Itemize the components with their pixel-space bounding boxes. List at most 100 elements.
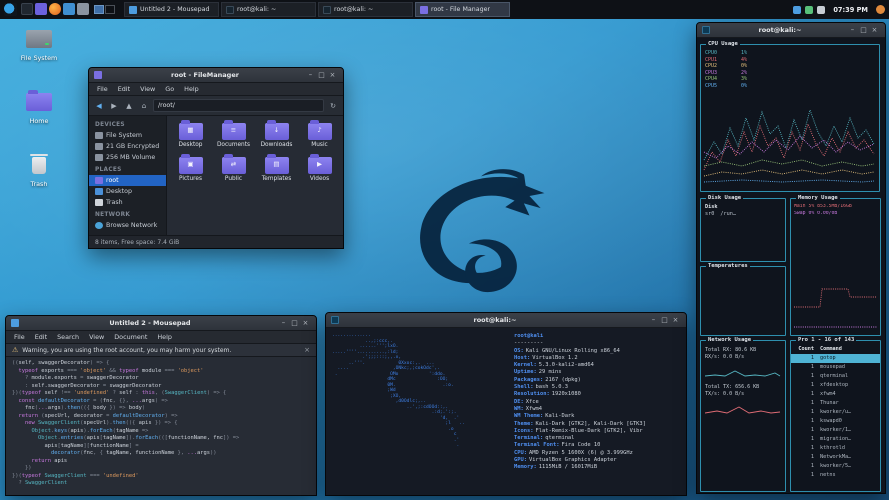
sidebar-item[interactable]: File System xyxy=(89,130,166,141)
gotop-content[interactable]: CPU Usage CPU01%CPU14%CPU20%CPU32%CPU43%… xyxy=(697,38,885,493)
desktop-icon[interactable]: File System xyxy=(8,27,70,62)
process-row[interactable]: 1mousepad xyxy=(791,363,880,372)
cpu-name: CPU1 xyxy=(705,57,717,64)
info-label: Shell: xyxy=(514,384,533,390)
folder-item[interactable]: ▦Desktop xyxy=(169,123,212,148)
folder-item[interactable]: ≡Documents xyxy=(212,123,255,148)
kali-menu-button[interactable] xyxy=(4,3,17,16)
menu-item[interactable]: View xyxy=(135,85,160,93)
back-button[interactable]: ◀ xyxy=(93,102,105,110)
terminal-content[interactable]: .............. ..,;:ccc,. ......''';lxO.… xyxy=(326,328,686,495)
close-button[interactable]: × xyxy=(869,23,880,38)
menu-item[interactable]: Go xyxy=(160,85,179,93)
process-row[interactable]: 1xfwm4 xyxy=(791,390,880,399)
clock[interactable]: 07:39 PM xyxy=(833,6,868,14)
close-button[interactable]: × xyxy=(327,68,338,83)
workspace-pager xyxy=(94,5,116,14)
process-row[interactable]: 1NetworkMa… xyxy=(791,453,880,462)
maximize-button[interactable]: □ xyxy=(289,316,300,331)
user-avatar[interactable] xyxy=(876,5,885,14)
path-input[interactable] xyxy=(153,99,324,112)
workspace-cell[interactable] xyxy=(94,5,104,14)
close-button[interactable]: × xyxy=(670,313,681,328)
sidebar-item[interactable]: Browse Network xyxy=(89,220,166,231)
sidebar-item[interactable]: Trash xyxy=(89,197,166,208)
minimize-button[interactable]: – xyxy=(278,316,289,331)
cpu-legend-item: CPU43% xyxy=(705,76,747,83)
clipboard-icon[interactable] xyxy=(793,6,801,14)
process-row[interactable]: 1netns xyxy=(791,471,880,480)
window-icon xyxy=(226,6,234,14)
folder-icon: ▤ xyxy=(265,157,289,174)
sidebar-section: PLACESrootDesktopTrash xyxy=(89,163,166,208)
process-row[interactable]: 1kworker/u… xyxy=(791,408,880,417)
sidebar-item[interactable]: Desktop xyxy=(89,186,166,197)
process-row[interactable]: 1xfdesktop xyxy=(791,381,880,390)
file-manager-titlebar[interactable]: root - FileManager – □ × xyxy=(89,68,343,83)
text-editor-area[interactable]: ((self, swaggerDecorator) => { typeof ex… xyxy=(6,357,316,495)
folder-item[interactable]: ▣Pictures xyxy=(169,157,212,182)
menu-item[interactable]: Edit xyxy=(30,333,52,341)
terminal-titlebar[interactable]: root@kali:~ – □ × xyxy=(326,313,686,328)
info-label: Memory: xyxy=(514,464,537,470)
process-row[interactable]: 1kthrotld xyxy=(791,444,880,453)
gotop-titlebar[interactable]: root@kali:~ – □ × xyxy=(697,23,885,38)
menu-item[interactable]: Help xyxy=(152,333,177,341)
launcher-icon[interactable] xyxy=(35,3,47,15)
minimize-button[interactable]: – xyxy=(847,23,858,38)
warning-close-icon[interactable]: × xyxy=(304,346,310,354)
taskbar-window-button[interactable]: Untitled 2 - Mousepad xyxy=(124,2,219,17)
up-button[interactable]: ▲ xyxy=(123,102,135,110)
desktop-icon-label: Home xyxy=(8,117,70,125)
taskbar-window-button[interactable]: root@kali: ~ xyxy=(221,2,316,17)
sidebar-item-label: 21 GB Encrypted xyxy=(106,143,159,150)
sidebar-item[interactable]: 21 GB Encrypted xyxy=(89,141,166,152)
info-line: Memory:1115MiB / 16017MiB xyxy=(514,464,680,471)
network-icon[interactable] xyxy=(805,6,813,14)
folder-item[interactable]: ↓Downloads xyxy=(255,123,298,148)
forward-button[interactable]: ▶ xyxy=(108,102,120,110)
sidebar-item-label: Desktop xyxy=(106,188,132,195)
menu-item[interactable]: Search xyxy=(52,333,84,341)
process-row[interactable]: 1gotop xyxy=(791,354,880,363)
folder-item[interactable]: ▤Templates xyxy=(255,157,298,182)
desktop-icon[interactable]: Trash xyxy=(8,153,70,188)
reload-button[interactable]: ↻ xyxy=(327,102,339,110)
home-button[interactable]: ⌂ xyxy=(138,102,150,110)
taskbar-window-button[interactable]: root - File Manager xyxy=(415,2,510,17)
menu-item[interactable]: File xyxy=(9,333,30,341)
process-row[interactable]: 1Thunar xyxy=(791,399,880,408)
minimize-button[interactable]: – xyxy=(648,313,659,328)
launcher-icon[interactable] xyxy=(63,3,75,15)
process-row[interactable]: 1qterminal xyxy=(791,372,880,381)
menu-item[interactable]: Edit xyxy=(113,85,135,93)
menu-item[interactable]: File xyxy=(92,85,113,93)
menu-item[interactable]: Document xyxy=(109,333,152,341)
launcher-icon[interactable] xyxy=(21,3,33,15)
maximize-button[interactable]: □ xyxy=(858,23,869,38)
menu-item[interactable]: View xyxy=(84,333,109,341)
taskbar-window-button[interactable]: root@kali: ~ xyxy=(318,2,413,17)
volume-icon[interactable] xyxy=(817,6,825,14)
folder-item[interactable]: ♪Music xyxy=(298,123,341,148)
process-row[interactable]: 1kworker/5… xyxy=(791,462,880,471)
launcher-icon[interactable] xyxy=(77,3,89,15)
minimize-button[interactable]: – xyxy=(305,68,316,83)
folder-item[interactable]: ⇄Public xyxy=(212,157,255,182)
launcher-icon[interactable] xyxy=(49,3,61,15)
menu-item[interactable]: Help xyxy=(179,85,204,93)
process-row[interactable]: 1migration… xyxy=(791,435,880,444)
process-row[interactable]: 1kworker/1… xyxy=(791,426,880,435)
maximize-button[interactable]: □ xyxy=(316,68,327,83)
desktop-icon[interactable]: Home xyxy=(8,90,70,125)
maximize-button[interactable]: □ xyxy=(659,313,670,328)
close-button[interactable]: × xyxy=(300,316,311,331)
sidebar-item[interactable]: root xyxy=(89,175,166,186)
network-tx-line: TX/s: 0.0 B/s xyxy=(705,391,781,398)
folder-item[interactable]: ▶Videos xyxy=(298,157,341,182)
process-row[interactable]: 1kswapd0 xyxy=(791,417,880,426)
sidebar-item[interactable]: 256 MB Volume xyxy=(89,152,166,163)
mousepad-titlebar[interactable]: Untitled 2 - Mousepad – □ × xyxy=(6,316,316,331)
workspace-cell[interactable] xyxy=(105,5,115,14)
folder-icon: ▦ xyxy=(179,123,203,140)
